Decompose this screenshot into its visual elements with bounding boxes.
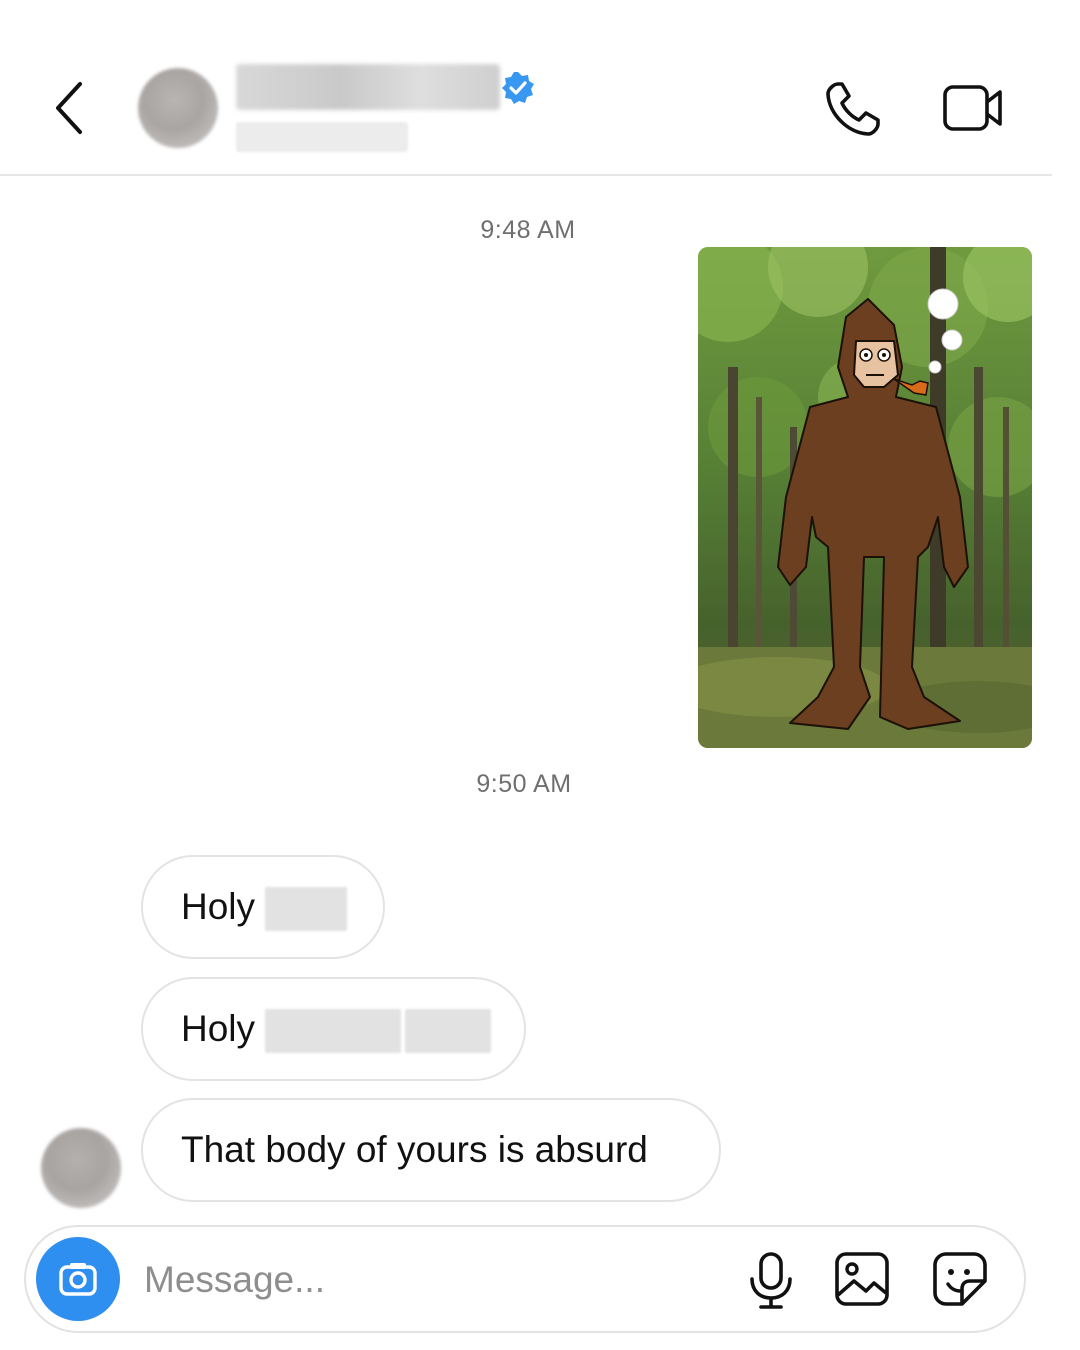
message-input[interactable] [142,1251,706,1309]
gallery-button[interactable] [834,1251,890,1307]
timestamp: 9:50 AM [476,770,572,798]
contact-name-redacted[interactable] [236,64,500,110]
contact-subtitle-redacted [236,122,408,152]
sticker-icon [933,1252,987,1306]
redacted-text [265,1009,402,1054]
verified-badge-icon [502,72,534,104]
message-text: Holy [181,1008,256,1049]
message-bubble[interactable]: Holy [141,977,526,1081]
redacted-text [265,887,348,932]
message-composer [24,1225,1026,1333]
chevron-left-icon [56,82,82,134]
video-call-button[interactable] [942,82,1004,134]
back-button[interactable] [48,78,92,138]
camera-icon [59,1263,97,1296]
voice-message-button[interactable] [746,1251,796,1311]
phone-icon [826,82,880,136]
message-text: That body of yours is absurd [181,1129,648,1170]
timestamp: 9:48 AM [480,216,576,244]
chat-header [0,48,1052,176]
contact-avatar[interactable] [138,68,218,148]
sticker-button[interactable] [932,1251,988,1307]
voice-call-button[interactable] [824,80,882,138]
sender-avatar[interactable] [41,1128,121,1208]
shared-photo-message[interactable] [698,247,1032,748]
message-text: Holy [181,886,256,927]
message-bubble[interactable]: That body of yours is absurd [141,1098,721,1202]
video-camera-icon [943,85,1002,131]
camera-button[interactable] [36,1237,120,1321]
gallery-icon [835,1252,889,1306]
message-bubble[interactable]: Holy [141,855,385,959]
microphone-icon [750,1252,792,1309]
bigfoot-forest-image [698,247,1032,748]
redacted-text [405,1009,492,1054]
